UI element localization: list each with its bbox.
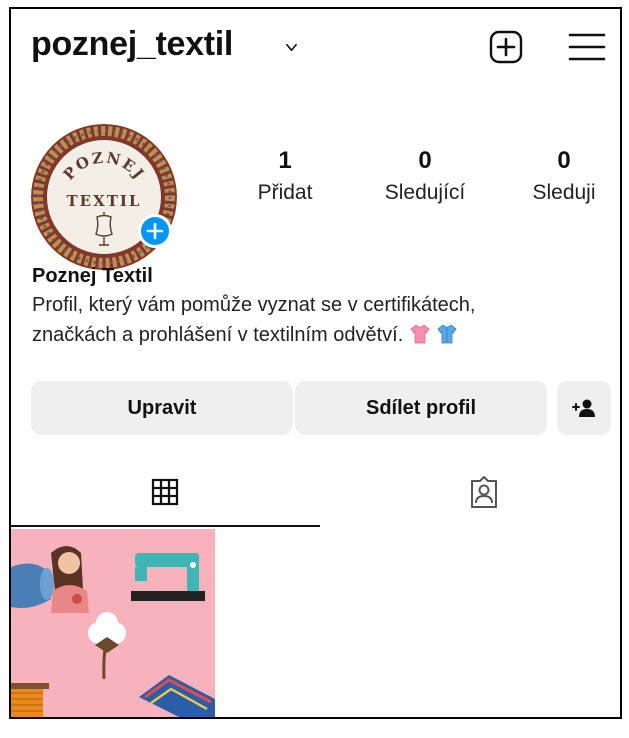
profile-name: Poznej Textil — [32, 265, 153, 287]
following-count[interactable]: 0 Sleduji — [504, 147, 620, 205]
add-story-icon[interactable] — [137, 213, 173, 249]
menu-icon[interactable] — [567, 31, 607, 63]
posts-count-label: Přidat — [257, 181, 313, 204]
posts-count-value: 1 — [278, 147, 292, 174]
bio-line-1: Profil, který vám pomůže vyznat se v cer… — [32, 294, 476, 316]
chevron-down-icon[interactable] — [286, 42, 297, 53]
blue-shirt-icon — [437, 324, 457, 344]
username[interactable]: poznej_textil — [31, 25, 233, 64]
share-profile-button[interactable]: Sdílet profil — [295, 381, 547, 435]
profile-screen: poznej_textil POZNEJ TEXTIL 1 Přidat 0 S… — [9, 7, 622, 719]
post-illustration — [11, 529, 215, 717]
following-count-label: Sleduji — [532, 181, 596, 204]
grid-icon — [151, 478, 178, 506]
bio-line-2-text: značkách a prohlášení v textilním odvětv… — [32, 324, 404, 346]
discover-people-button[interactable] — [557, 381, 611, 435]
pink-shirt-icon — [410, 324, 430, 344]
following-count-value: 0 — [557, 147, 571, 174]
add-post-icon[interactable] — [489, 30, 523, 64]
followers-count-value: 0 — [418, 147, 432, 174]
posts-count[interactable]: 1 Přidat — [225, 147, 345, 205]
edit-profile-button[interactable]: Upravit — [31, 381, 293, 435]
post-thumbnail[interactable] — [11, 529, 215, 717]
followers-count[interactable]: 0 Sledující — [365, 147, 485, 205]
tagged-icon — [471, 476, 497, 508]
active-tab-indicator — [11, 525, 320, 527]
tab-posts-grid[interactable] — [11, 459, 318, 525]
tab-tagged[interactable] — [331, 459, 620, 525]
profile-bio: Profil, který vám pomůže vyznat se v cer… — [32, 290, 612, 350]
logo-text-middle: TEXTIL — [67, 192, 142, 210]
add-user-icon — [572, 399, 595, 417]
bio-line-2: značkách a prohlášení v textilním odvětv… — [32, 320, 612, 350]
followers-count-label: Sledující — [384, 181, 466, 204]
